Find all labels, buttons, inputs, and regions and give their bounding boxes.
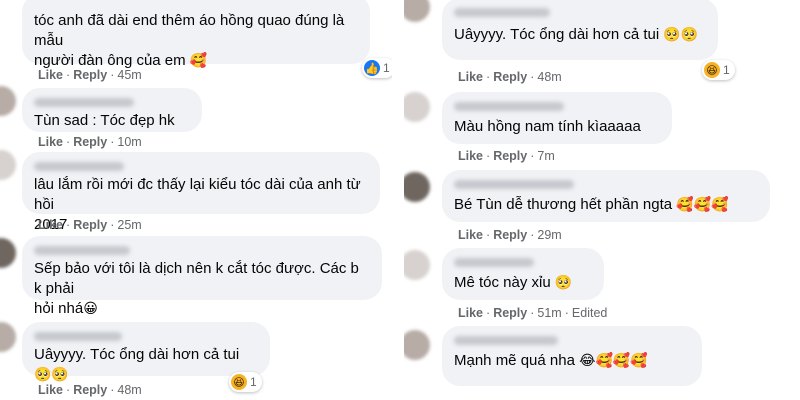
timestamp[interactable]: 51m: [537, 306, 561, 320]
comment-bubble: Màu hồng nam tính kìaaaaa: [442, 92, 672, 144]
avatar[interactable]: [404, 92, 430, 122]
avatar[interactable]: [404, 330, 430, 360]
comment-text: Uâyyyy. Tóc ổng dài hơn cả tui 🥺🥺: [454, 26, 699, 43]
avatar[interactable]: [0, 86, 16, 116]
comment-text: tóc anh đã dài end thêm áo hồng quao đún…: [34, 12, 345, 69]
commenter-name[interactable]: [34, 332, 122, 341]
like-button[interactable]: Like: [38, 135, 63, 149]
comment-actions: Like · Reply · 29m: [458, 228, 562, 242]
separator: ·: [530, 149, 535, 163]
reaction-count: 1: [383, 61, 390, 75]
reaction-summary[interactable]: 😆 1: [229, 372, 262, 392]
commenter-name[interactable]: [34, 162, 124, 171]
like-button[interactable]: Like: [458, 228, 483, 242]
like-button[interactable]: Like: [458, 306, 483, 320]
comment-actions: Like · Reply · 48m: [458, 70, 562, 84]
haha-icon: 😆: [704, 62, 720, 78]
reaction-count: 1: [723, 63, 730, 77]
separator: ·: [486, 306, 491, 320]
reply-button[interactable]: Reply: [493, 70, 527, 84]
reply-button[interactable]: Reply: [73, 218, 107, 232]
separator: ·: [110, 135, 115, 149]
comments-column-left: tóc anh đã dài end thêm áo hồng quao đún…: [0, 0, 392, 400]
avatar[interactable]: [0, 150, 16, 180]
timestamp[interactable]: 25m: [117, 218, 141, 232]
separator: ·: [110, 383, 115, 397]
reaction-summary[interactable]: 👍 1: [362, 58, 392, 78]
comment-text: Mạnh mẽ quá nha 😂🥰🥰🥰: [454, 352, 648, 369]
comment-bubble: Mê tóc này xỉu 🥺: [442, 248, 604, 300]
separator: ·: [66, 383, 71, 397]
comment-bubble: Mạnh mẽ quá nha 😂🥰🥰🥰: [442, 326, 702, 386]
commenter-name[interactable]: [454, 258, 534, 267]
comment-bubble: Bé Tùn dễ thương hết phần ngta 🥰🥰🥰: [442, 170, 770, 222]
like-button[interactable]: Like: [458, 70, 483, 84]
commenter-name[interactable]: [454, 8, 550, 17]
avatar[interactable]: [404, 0, 430, 22]
separator: ·: [486, 228, 491, 242]
timestamp[interactable]: 10m: [117, 135, 141, 149]
timestamp[interactable]: 48m: [117, 383, 141, 397]
avatar[interactable]: [0, 322, 16, 352]
comment-text: Sếp bảo với tôi là dịch nên k cắt tóc đư…: [34, 260, 359, 317]
like-button[interactable]: Like: [38, 68, 63, 82]
comment-actions: Like · Reply · 51m · Edited: [458, 306, 607, 320]
reply-button[interactable]: Reply: [73, 68, 107, 82]
separator: ·: [66, 68, 71, 82]
comment-text: Màu hồng nam tính kìaaaaa: [454, 118, 641, 135]
reaction-summary[interactable]: 😆 1: [702, 60, 735, 80]
comment-actions: Like · Reply · 10m: [38, 135, 142, 149]
separator: ·: [564, 306, 569, 320]
comment-bubble: Uâyyyy. Tóc ổng dài hơn cả tui 🥺🥺: [442, 0, 718, 60]
like-button[interactable]: Like: [38, 218, 63, 232]
commenter-name[interactable]: [454, 336, 558, 345]
separator: ·: [530, 306, 535, 320]
commenter-name[interactable]: [34, 98, 134, 107]
comment-bubble: Uâyyyy. Tóc ổng dài hơn cả tui 🥺🥺: [22, 322, 270, 383]
separator: ·: [66, 218, 71, 232]
like-button[interactable]: Like: [38, 383, 63, 397]
timestamp[interactable]: 29m: [537, 228, 561, 242]
reply-button[interactable]: Reply: [73, 135, 107, 149]
separator: ·: [486, 70, 491, 84]
comment-actions: Like · Reply · 48m: [38, 383, 142, 397]
reply-button[interactable]: Reply: [493, 228, 527, 242]
comment-text: Mê tóc này xỉu 🥺: [454, 274, 573, 291]
timestamp[interactable]: 48m: [537, 70, 561, 84]
comment-actions: Like · Reply · 45m: [38, 68, 142, 82]
separator: ·: [486, 149, 491, 163]
timestamp[interactable]: 7m: [537, 149, 554, 163]
like-button[interactable]: Like: [458, 149, 483, 163]
commenter-name[interactable]: [34, 246, 130, 255]
separator: ·: [530, 70, 535, 84]
comment-text: Bé Tùn dễ thương hết phần ngta 🥰🥰🥰: [454, 196, 729, 213]
commenter-name[interactable]: [454, 102, 564, 111]
like-icon: 👍: [364, 60, 380, 76]
separator: ·: [110, 68, 115, 82]
reply-button[interactable]: Reply: [493, 306, 527, 320]
comment-bubble: Tùn sad : Tóc đẹp hk: [22, 88, 202, 132]
avatar[interactable]: [0, 238, 16, 268]
edited-label[interactable]: Edited: [572, 306, 607, 320]
separator: ·: [110, 218, 115, 232]
commenter-name[interactable]: [454, 180, 574, 189]
reply-button[interactable]: Reply: [493, 149, 527, 163]
comment-text: Uâyyyy. Tóc ổng dài hơn cả tui 🥺🥺: [34, 346, 240, 383]
haha-icon: 😆: [231, 374, 247, 390]
reaction-count: 1: [250, 375, 257, 389]
comment-bubble: tóc anh đã dài end thêm áo hồng quao đún…: [22, 0, 370, 69]
separator: ·: [530, 228, 535, 242]
comment-bubble: Sếp bảo với tôi là dịch nên k cắt tóc đư…: [22, 236, 382, 317]
column-divider: [394, 0, 402, 400]
comment-text: Tùn sad : Tóc đẹp hk: [34, 112, 175, 129]
avatar[interactable]: [404, 172, 430, 202]
avatar[interactable]: [404, 250, 430, 280]
reply-button[interactable]: Reply: [73, 383, 107, 397]
timestamp[interactable]: 45m: [117, 68, 141, 82]
comment-bubble: lâu lắm rồi mới đc thấy lại kiểu tóc dài…: [22, 152, 380, 233]
separator: ·: [66, 135, 71, 149]
comment-actions: Like · Reply · 25m: [38, 218, 142, 232]
comment-actions: Like · Reply · 7m: [458, 149, 555, 163]
comments-column-right: Uâyyyy. Tóc ổng dài hơn cả tui 🥺🥺 😆 1 Li…: [404, 0, 800, 400]
